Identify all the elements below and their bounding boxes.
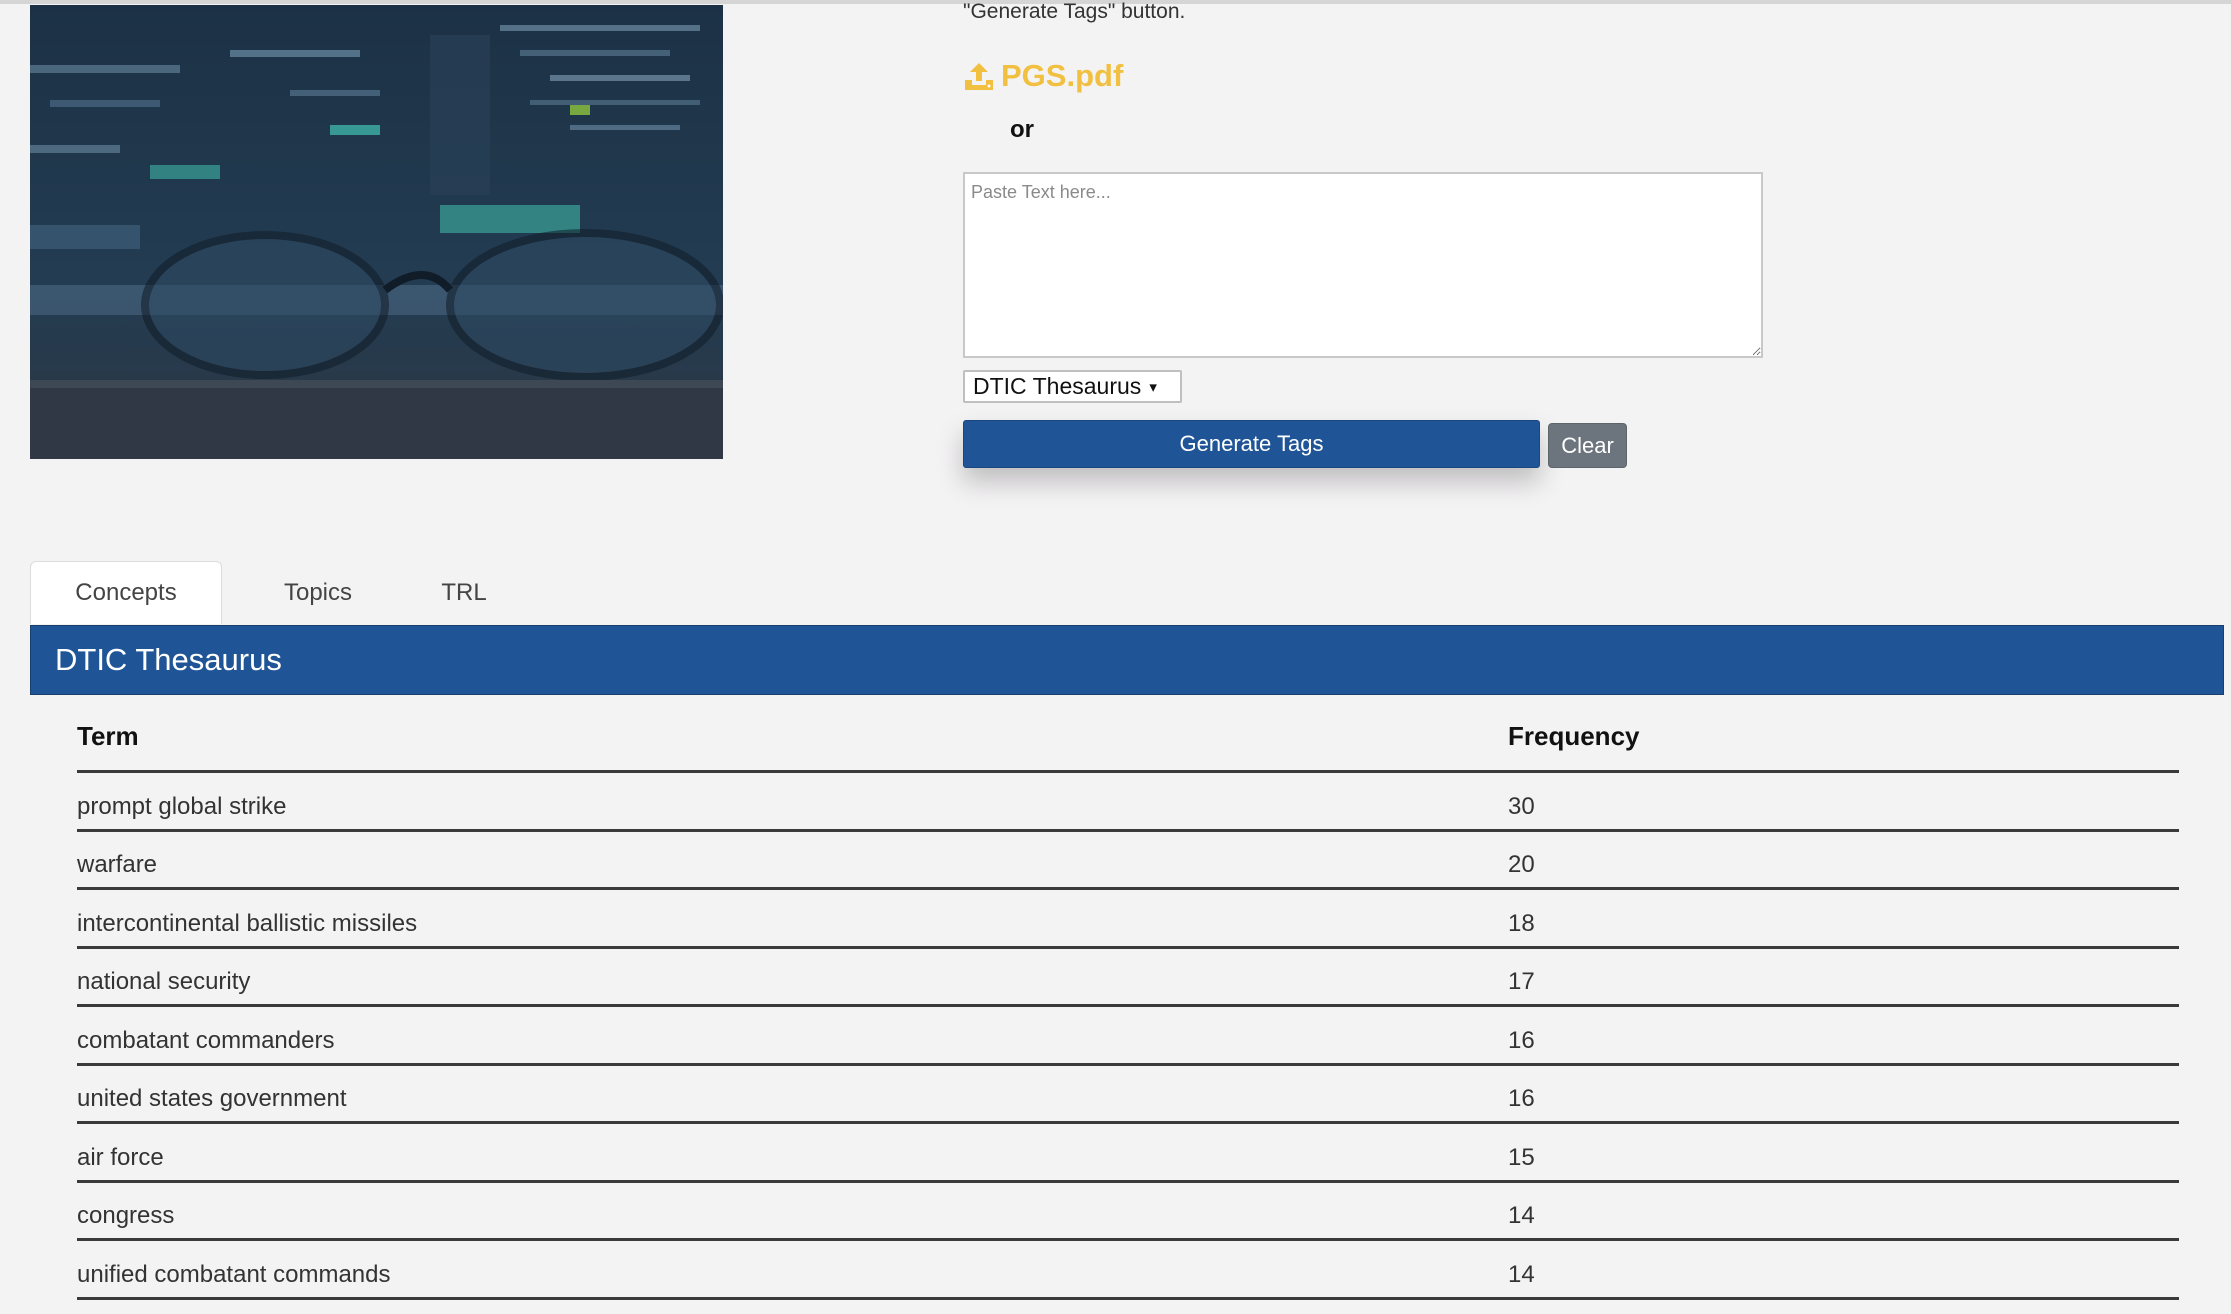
table-row: national security 17 — [77, 949, 2179, 1007]
frequency-cell: 15 — [1508, 1143, 1535, 1171]
term-cell: national security — [77, 968, 251, 995]
frequency-cell: 14 — [1508, 1202, 1535, 1229]
uploaded-file[interactable]: PGS.pdf — [963, 58, 1123, 94]
frequency-cell: 16 — [1508, 1026, 1535, 1054]
column-header-frequency: Frequency — [1508, 720, 1640, 751]
table-row: congress 14 — [77, 1183, 2179, 1241]
tab-concepts[interactable]: Concepts — [30, 561, 222, 624]
panel-title: DTIC Thesaurus — [30, 625, 2224, 695]
table-header: Term Frequency — [77, 702, 2179, 773]
frequency-cell: 16 — [1508, 1085, 1535, 1112]
frequency-cell: 20 — [1508, 851, 1535, 878]
page: "Generate Tags" button. PGS.pdf or DTIC … — [0, 0, 2231, 1314]
term-cell: warfare — [77, 851, 158, 878]
table-row: prompt global strike 30 — [77, 773, 2179, 832]
hero-image — [30, 5, 723, 459]
thesaurus-select[interactable]: DTIC Thesaurus ▾ — [963, 370, 1182, 403]
table-row: air force 15 — [77, 1124, 2179, 1183]
table-row: warfare 20 — [77, 832, 2179, 890]
frequency-cell: 17 — [1508, 968, 1535, 995]
frequency-cell: 14 — [1508, 1260, 1535, 1288]
table-row: unified combatant commands 14 — [77, 1241, 2179, 1300]
term-cell: prompt global strike — [77, 792, 287, 820]
table-row: combatant commanders 16 — [77, 1007, 2179, 1066]
term-cell: congress — [77, 1202, 175, 1229]
result-tabs: Concepts Topics TRL — [30, 561, 514, 624]
generate-tags-button[interactable]: Generate Tags — [963, 420, 1540, 468]
clear-button[interactable]: Clear — [1548, 423, 1627, 468]
tab-topics[interactable]: Topics — [222, 561, 414, 624]
instructions-text: "Generate Tags" button. — [963, 0, 1186, 23]
thesaurus-select-value: DTIC Thesaurus — [973, 373, 1142, 399]
tab-trl[interactable]: TRL — [414, 561, 514, 624]
file-name[interactable]: PGS.pdf — [1001, 58, 1123, 94]
table-row: united states government 16 — [77, 1066, 2179, 1124]
frequency-cell: 30 — [1508, 792, 1535, 820]
term-cell: intercontinental ballistic missiles — [77, 909, 418, 937]
frequency-cell: 18 — [1508, 909, 1535, 937]
table-row: intercontinental ballistic missiles 18 — [77, 890, 2179, 949]
upload-icon — [963, 60, 995, 92]
concepts-table: Term Frequency prompt global strike 30 w… — [77, 702, 2179, 1300]
or-separator: or — [1010, 116, 1034, 143]
chevron-down-icon: ▾ — [1149, 378, 1157, 396]
column-header-term: Term — [77, 720, 139, 751]
term-cell: air force — [77, 1143, 164, 1171]
term-cell: united states government — [77, 1085, 347, 1112]
paste-text-input[interactable] — [963, 172, 1763, 358]
term-cell: unified combatant commands — [77, 1260, 391, 1288]
term-cell: combatant commanders — [77, 1026, 335, 1054]
